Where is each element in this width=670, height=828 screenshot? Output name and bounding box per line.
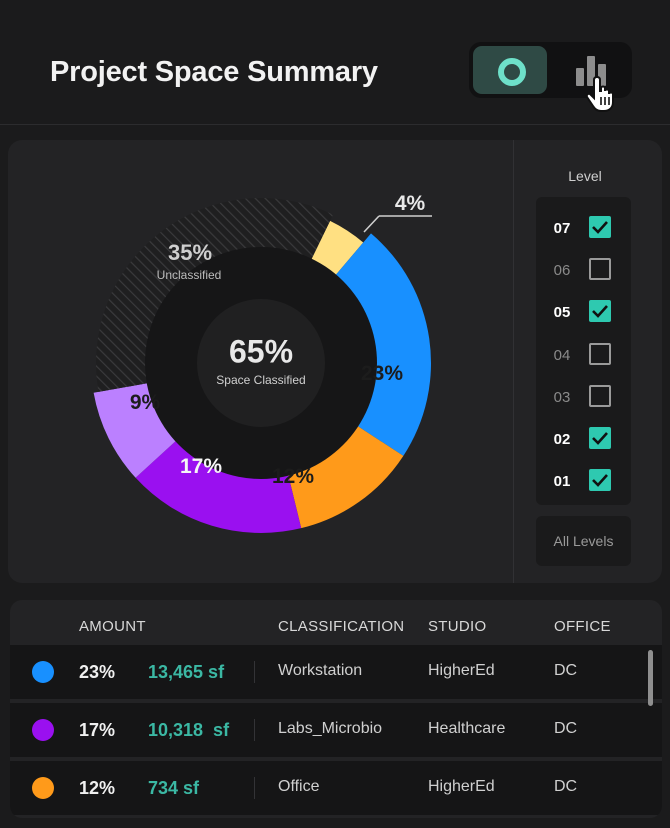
header: Project Space Summary xyxy=(0,0,670,125)
level-row-05[interactable]: 05 xyxy=(536,297,631,327)
level-checkbox-05[interactable] xyxy=(589,300,611,323)
segment-label-12: 12% xyxy=(271,465,315,488)
page-title: Project Space Summary xyxy=(50,56,378,88)
level-label: 04 xyxy=(553,346,571,364)
level-row-06[interactable]: 06 xyxy=(536,255,631,285)
level-label: 07 xyxy=(553,220,571,237)
level-title: Level xyxy=(568,168,602,184)
table-row[interactable]: 12% 734 sf Office HigherEd DC xyxy=(10,761,662,815)
color-swatch xyxy=(32,661,54,683)
table-row[interactable]: 23% 13,465 sf Workstation HigherEd DC xyxy=(10,645,662,699)
donut-view-button[interactable] xyxy=(473,46,547,94)
segment-label-9: 9% xyxy=(129,391,161,414)
row-office: DC xyxy=(554,778,578,795)
level-label: 05 xyxy=(553,304,571,322)
color-swatch xyxy=(32,719,54,741)
check-icon xyxy=(592,474,608,488)
callout-leader xyxy=(363,215,380,233)
center-value: 65% xyxy=(228,333,294,370)
row-separator xyxy=(254,777,255,799)
row-percent: 23% xyxy=(79,662,116,682)
row-area: 734 sf xyxy=(148,778,200,798)
panel-divider xyxy=(513,140,514,583)
space-table: AMOUNT CLASSIFICATION STUDIO OFFICE 23% … xyxy=(10,600,662,818)
row-classification: Workstation xyxy=(278,662,363,679)
row-separator xyxy=(254,719,255,741)
row-studio: Healthcare xyxy=(428,720,506,737)
level-row-03[interactable]: 03 xyxy=(536,382,631,412)
check-icon xyxy=(592,432,608,445)
check-icon xyxy=(592,305,608,319)
check-icon xyxy=(592,221,608,234)
level-checkbox-07[interactable] xyxy=(589,216,611,238)
level-row-07[interactable]: 07 xyxy=(536,213,631,243)
center-label: Space Classified xyxy=(216,373,306,387)
segment-label-23: 23% xyxy=(360,362,404,385)
row-classification: Office xyxy=(278,778,320,795)
level-checkbox-03[interactable] xyxy=(589,384,611,407)
row-percent: 12% xyxy=(79,778,116,798)
col-header-classification[interactable]: CLASSIFICATION xyxy=(278,618,404,635)
row-classification: Labs_Microbio xyxy=(278,720,383,737)
col-header-office[interactable]: OFFICE xyxy=(554,618,611,635)
table-scrollbar[interactable] xyxy=(648,650,653,706)
row-office: DC xyxy=(554,662,578,679)
segment-label-17: 17% xyxy=(179,455,223,478)
donut-chart-icon xyxy=(498,58,526,86)
row-separator xyxy=(254,661,255,683)
unclassified-value: 35% xyxy=(167,240,213,265)
level-label: 01 xyxy=(553,473,571,491)
color-swatch xyxy=(32,777,54,799)
table-row[interactable]: 17% 10,318 sf Labs_Microbio Healthcare D… xyxy=(10,703,662,757)
level-checkbox-04[interactable] xyxy=(589,342,611,365)
level-label: 02 xyxy=(553,431,571,448)
level-row-04[interactable]: 04 xyxy=(536,340,631,370)
level-checkbox-02[interactable] xyxy=(589,427,611,449)
row-area: 13,465 sf xyxy=(148,662,225,682)
level-row-02[interactable]: 02 xyxy=(536,424,631,454)
level-label: 03 xyxy=(553,388,571,406)
level-label: 06 xyxy=(553,262,571,280)
level-row-01[interactable]: 01 xyxy=(536,466,631,496)
all-levels-button[interactable]: All Levels xyxy=(536,516,631,566)
row-office: DC xyxy=(554,720,578,737)
unclassified-label: Unclassified xyxy=(156,268,222,282)
segment-label-4: 4% xyxy=(394,192,426,215)
hand-cursor-icon xyxy=(585,75,614,112)
col-header-studio[interactable]: STUDIO xyxy=(428,618,486,635)
col-header-amount[interactable]: AMOUNT xyxy=(79,618,146,635)
row-studio: HigherEd xyxy=(428,662,495,679)
row-studio: HigherEd xyxy=(428,778,495,795)
level-checkbox-06[interactable] xyxy=(589,258,611,281)
row-area: 10,318 sf xyxy=(148,720,230,740)
level-filter-list: 07 06 05 04 03 02 01 xyxy=(536,197,631,505)
row-percent: 17% xyxy=(79,720,116,740)
level-checkbox-01[interactable] xyxy=(589,469,611,492)
